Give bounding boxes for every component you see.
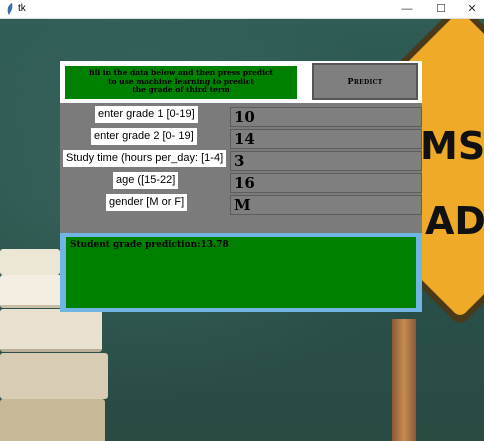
form-row-gender: gender [M or F] M — [60, 194, 422, 216]
studytime-label: Study time (hours per_day: [1-4] — [63, 150, 227, 167]
minimize-button[interactable]: — — [390, 0, 424, 18]
age-input[interactable]: 16 — [230, 173, 422, 193]
sign-text-top: MS — [420, 124, 484, 168]
form-row-grade2: enter grade 2 [0- 19] 14 — [60, 128, 422, 150]
form-row-studytime: Study time (hours per_day: [1-4] 3 — [60, 150, 422, 172]
studytime-input[interactable]: 3 — [230, 151, 422, 171]
grade1-input[interactable]: 10 — [230, 107, 422, 127]
form-row-age: age ([15-22] 16 — [60, 172, 422, 194]
predictor-panel: fill in the data below and then press pr… — [60, 61, 422, 312]
window-titlebar: tk — ☐ ✕ — [0, 0, 484, 19]
sign-post — [392, 319, 416, 441]
close-button[interactable]: ✕ — [455, 0, 484, 18]
result-frame: Student grade prediction:13.78 — [60, 233, 422, 312]
gender-label: gender [M or F] — [106, 194, 188, 211]
gender-input[interactable]: M — [230, 195, 422, 215]
predict-button[interactable]: Predict — [312, 63, 418, 100]
instruction-line: the grade of third term — [132, 85, 230, 94]
grade1-label: enter grade 1 [0-19] — [95, 106, 198, 123]
age-label: age ([15-22] — [113, 172, 179, 189]
prediction-result: Student grade prediction:13.78 — [66, 237, 416, 308]
instruction-text: fill in the data below and then press pr… — [65, 66, 297, 99]
feather-icon — [7, 3, 13, 15]
grade2-label: enter grade 2 [0- 19] — [91, 128, 197, 145]
sign-text-bottom: AD — [425, 199, 484, 243]
window-title: tk — [18, 3, 26, 14]
input-form: enter grade 1 [0-19] 10 enter grade 2 [0… — [60, 103, 422, 233]
maximize-button[interactable]: ☐ — [424, 0, 458, 18]
form-row-grade1: enter grade 1 [0-19] 10 — [60, 106, 422, 128]
grade2-input[interactable]: 14 — [230, 129, 422, 149]
header-frame: fill in the data below and then press pr… — [60, 61, 422, 103]
